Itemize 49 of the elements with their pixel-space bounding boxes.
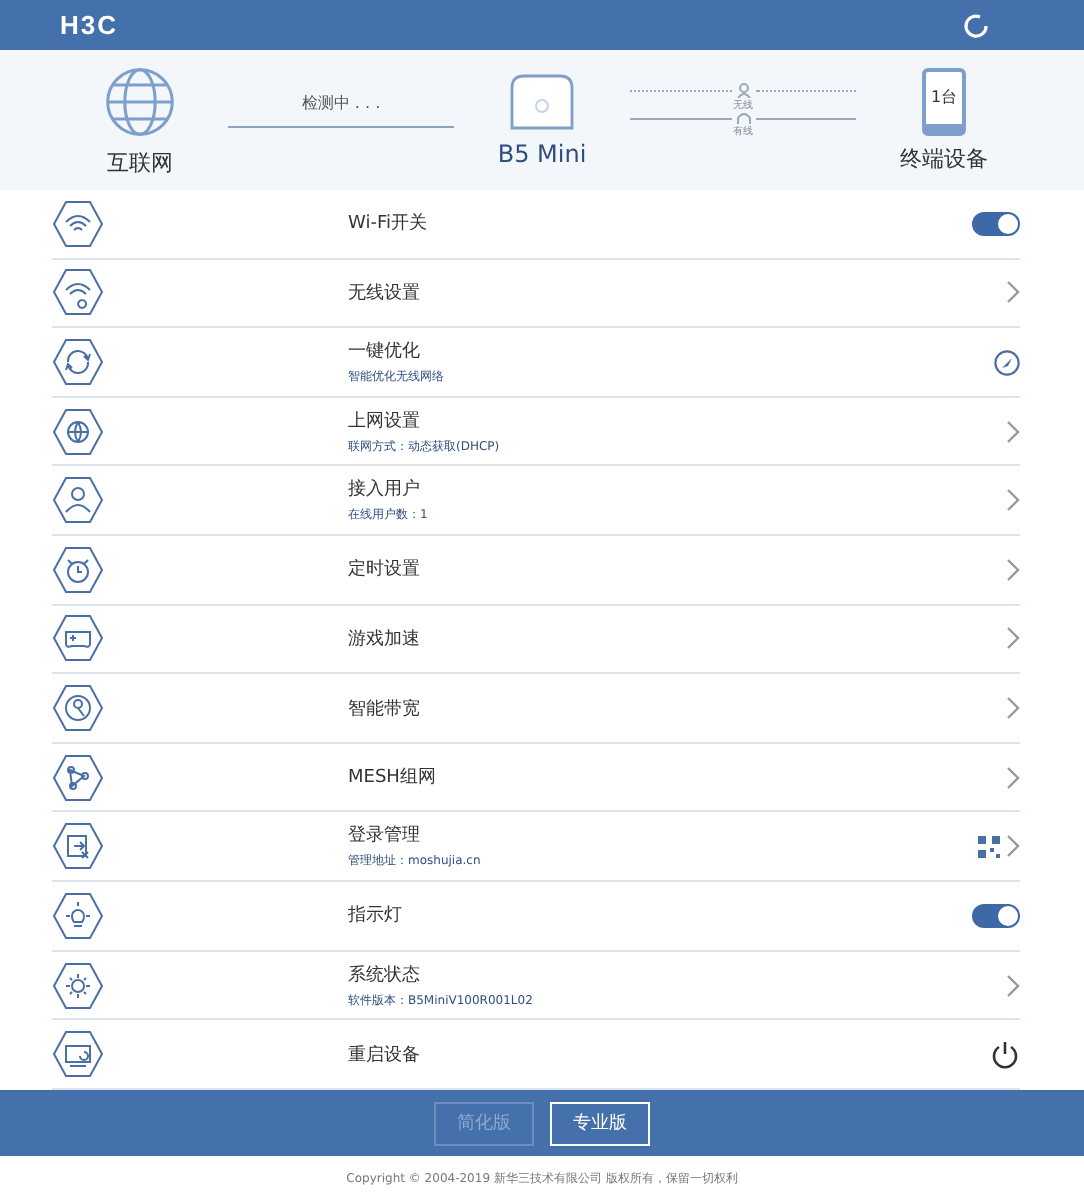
globe-icon: [102, 63, 178, 139]
chevron-icon[interactable]: [1006, 419, 1020, 444]
menu-title[interactable]: 一键优化: [348, 338, 940, 365]
chevron-icon[interactable]: [1006, 765, 1020, 790]
power-icon[interactable]: [990, 1039, 1020, 1070]
menu-title[interactable]: 无线设置: [348, 279, 940, 306]
wifi-settings-icon: [52, 268, 104, 317]
chevron-icon[interactable]: [1006, 696, 1020, 721]
qr-code-icon[interactable]: [978, 835, 1000, 858]
menu-title[interactable]: 登录管理: [348, 822, 940, 849]
logo: H3C: [60, 10, 119, 40]
mode-button[interactable]: 专业版: [550, 1101, 650, 1145]
status-text: 检测中 . . .: [301, 92, 381, 114]
chevron-icon[interactable]: [1006, 557, 1020, 582]
toggle-switch[interactable]: [972, 903, 1020, 928]
gamepad-icon: [52, 614, 104, 663]
bulb-icon: [52, 891, 104, 940]
router-name: B5 Mini: [497, 140, 587, 168]
restart-icon: [52, 1030, 104, 1079]
menu-title[interactable]: 上网设置: [348, 407, 940, 434]
gear-icon: [52, 961, 104, 1009]
globe-icon: [52, 407, 104, 456]
wifi-icon: [52, 199, 104, 248]
refresh-icon[interactable]: [960, 9, 992, 41]
menu-title[interactable]: 重启设备: [348, 1041, 940, 1068]
menu-title[interactable]: 游戏加速: [348, 625, 940, 652]
refresh-icon: [52, 338, 104, 387]
chevron-icon[interactable]: [1006, 834, 1020, 859]
menu-title[interactable]: 定时设置: [348, 556, 940, 583]
user-icon: [735, 82, 751, 98]
login-icon: [52, 822, 104, 871]
user-icon: [52, 476, 104, 525]
menu-title[interactable]: 指示灯: [348, 902, 940, 929]
chevron-icon[interactable]: [1006, 973, 1020, 997]
chevron-icon[interactable]: [1006, 626, 1020, 651]
devices-label: 终端设备: [900, 143, 988, 173]
menu-title[interactable]: 接入用户: [348, 476, 940, 503]
internet-label: 互联网: [107, 147, 173, 177]
chevron-icon[interactable]: [1006, 280, 1020, 305]
menu-title[interactable]: MESH组网: [348, 764, 940, 791]
device-count: 1台: [930, 86, 958, 108]
menu-title[interactable]: 系统状态: [348, 961, 940, 987]
clock-icon: [52, 545, 104, 594]
mesh-icon: [52, 753, 104, 802]
chevron-icon[interactable]: [1006, 488, 1020, 513]
toggle-switch[interactable]: [972, 211, 1020, 236]
router-icon: [508, 72, 576, 132]
menu-title[interactable]: Wi-Fi开关: [348, 210, 940, 237]
menu-title[interactable]: 智能带宽: [348, 695, 940, 722]
